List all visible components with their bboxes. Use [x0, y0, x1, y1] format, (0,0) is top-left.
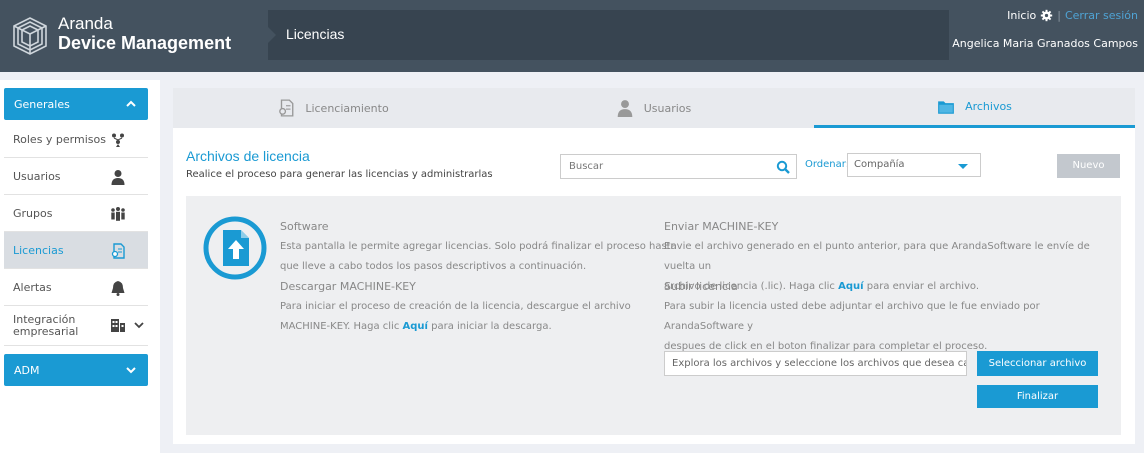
dropdown-arrow-icon	[958, 164, 968, 169]
sidebar-item-label: Licencias	[13, 243, 64, 257]
gear-icon[interactable]	[1040, 9, 1053, 22]
license-files-panel: Software Esta pantalla le permite agrega…	[186, 196, 1121, 435]
sidebar-item-integracion[interactable]: Integración empresarial	[4, 306, 148, 346]
user-icon	[617, 100, 633, 117]
chevron-up-icon	[126, 100, 136, 107]
brand-name: Aranda	[58, 14, 113, 33]
select-file-button[interactable]: Seleccionar archivo	[977, 351, 1098, 376]
sidebar-group-generales[interactable]: Generales	[4, 88, 148, 120]
order-label: Ordenar:	[805, 159, 850, 170]
download-text-line: Para iniciar el proceso de creación de l…	[280, 301, 631, 312]
user-icon	[111, 170, 125, 185]
upload-description: Para subir la licencia usted debe adjunt…	[664, 297, 1121, 357]
license-doc-icon	[279, 99, 294, 117]
top-links: Inicio | Cerrar sesión	[1007, 9, 1138, 22]
sidebar-item-label: Roles y permisos	[13, 132, 106, 146]
group-icon	[111, 207, 125, 221]
sidebar-group-adm[interactable]: ADM	[4, 354, 148, 386]
sidebar-item-label: Integración empresarial	[13, 312, 79, 338]
download-link[interactable]: Aquí	[403, 321, 428, 332]
order-value: Compañía	[854, 159, 905, 170]
breadcrumb-current: Licencias	[286, 26, 345, 42]
sidebar-item-roles[interactable]: Roles y permisos	[4, 121, 148, 158]
sidebar-group-label: Generales	[14, 97, 70, 111]
order-select[interactable]: Compañía	[847, 153, 981, 177]
top-header: Aranda Device Management Licencias Inici…	[0, 0, 1144, 72]
logout-link[interactable]: Cerrar sesión	[1065, 9, 1138, 22]
upload-file-icon	[203, 216, 267, 280]
sidebar-item-alertas[interactable]: Alertas	[4, 269, 148, 306]
home-link[interactable]: Inicio	[1007, 9, 1036, 22]
download-text-part: MACHINE-KEY. Haga clic	[280, 321, 403, 332]
tab-label: Usuarios	[643, 101, 692, 115]
tab-label: Licenciamiento	[305, 101, 389, 115]
sidebar-item-licencias[interactable]: Licencias	[4, 232, 148, 269]
send-title: Enviar MACHINE-KEY	[664, 220, 779, 233]
software-title: Software	[280, 220, 329, 233]
send-text-part: para enviar el archivo.	[863, 281, 980, 292]
chevron-down-icon	[126, 367, 136, 374]
sidebar-item-grupos[interactable]: Grupos	[4, 195, 148, 232]
finish-button[interactable]: Finalizar	[977, 385, 1098, 408]
upload-title: Subir licencia	[664, 280, 738, 293]
tab-archivos[interactable]: Archivos	[814, 88, 1135, 128]
bell-icon	[111, 281, 125, 296]
software-text-line: que lleve a cabo todos los pasos descrip…	[280, 261, 587, 272]
download-text-part: para iniciar la descarga.	[427, 321, 552, 332]
search-input[interactable]: Buscar	[560, 154, 797, 179]
sidebar-item-label: Grupos	[13, 206, 53, 220]
aranda-logo-icon	[13, 17, 47, 55]
download-title: Descargar MACHINE-KEY	[280, 280, 416, 293]
page-title: Archivos de licencia	[186, 148, 310, 164]
tab-usuarios[interactable]: Usuarios	[493, 88, 814, 128]
brand-product: Device Management	[58, 33, 232, 53]
send-text-line: Envie el archivo generado en el punto an…	[664, 241, 1090, 272]
license-icon	[111, 243, 125, 259]
user-name: Angelica Maria Granados Campos	[952, 37, 1138, 50]
upload-text-line: Para subir la licencia usted debe adjunt…	[664, 301, 1040, 332]
new-button[interactable]: Nuevo	[1057, 154, 1120, 178]
roles-icon	[112, 133, 124, 147]
send-link[interactable]: Aquí	[838, 281, 863, 292]
search-icon[interactable]	[776, 160, 790, 174]
sidebar-item-label: Usuarios	[13, 169, 61, 183]
sidebar-item-label: Alertas	[13, 280, 52, 294]
download-description: Para iniciar el proceso de creación de l…	[280, 297, 631, 337]
search-placeholder: Buscar	[569, 161, 604, 172]
sidebar: Generales Roles y permisos Usuarios Grup…	[0, 80, 160, 453]
tab-licenciamiento[interactable]: Licenciamiento	[173, 88, 493, 128]
file-path-input[interactable]: Explora los archivos y seleccione los ar…	[664, 351, 967, 376]
link-separator: |	[1057, 9, 1061, 22]
chevron-down-icon	[134, 322, 144, 329]
breadcrumb	[268, 10, 949, 60]
sidebar-group-label: ADM	[14, 363, 40, 377]
folder-icon	[938, 100, 954, 114]
main-content: Licenciamiento Usuarios Archivos Archivo…	[173, 88, 1135, 444]
sidebar-item-usuarios[interactable]: Usuarios	[4, 158, 148, 195]
page-subtitle: Realice el proceso para generar las lice…	[186, 169, 493, 180]
tab-bar: Licenciamiento Usuarios Archivos	[173, 88, 1135, 128]
breadcrumb-arrow	[268, 27, 276, 43]
download-text-line: MACHINE-KEY. Haga clic Aquí para iniciar…	[280, 317, 631, 337]
tab-label: Archivos	[965, 100, 1012, 113]
building-icon	[111, 319, 125, 332]
software-description: Esta pantalla le permite agregar licenci…	[280, 237, 677, 277]
software-text-line: Esta pantalla le permite agregar licenci…	[280, 241, 677, 252]
